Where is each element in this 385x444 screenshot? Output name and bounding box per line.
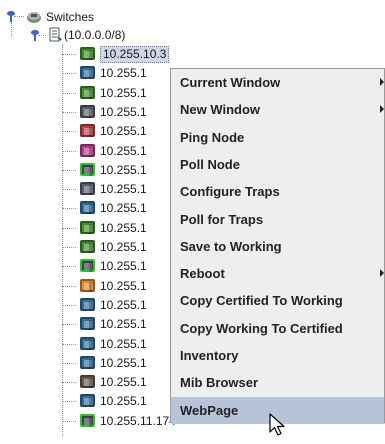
green-outline-switch-icon: [80, 413, 95, 427]
menu-item-label: Copy Working To Certified: [180, 320, 343, 336]
submenu-arrow-icon: [380, 78, 384, 86]
dark-switch-icon: [80, 375, 95, 389]
tree-node-label: 10.255.1: [100, 85, 147, 100]
menu-item-label: Inventory: [180, 348, 239, 363]
dark-switch-icon: [80, 104, 95, 118]
menu-item-copy-certified-to-working[interactable]: Copy Certified To Working: [171, 287, 384, 314]
subnet-folder-icon: [49, 27, 62, 42]
menu-item-mib-browser[interactable]: Mib Browser: [171, 369, 384, 396]
device-tree: Switches (10.0.0.0/8) 10.255.10.3 10.255.…: [0, 0, 385, 444]
context-menu: Current Window New Window Ping Node Poll No…: [170, 68, 385, 424]
green-switch-icon: [80, 47, 95, 60]
tree-subnet-label: (10.0.0.0/8): [64, 28, 126, 42]
menu-item-poll-node[interactable]: Poll Node: [171, 151, 384, 178]
green-outline-switch-icon: [80, 162, 95, 176]
menu-item-label: Mib Browser: [180, 375, 259, 391]
tree-node-label: 10.255.10.3: [100, 46, 170, 63]
green-switch-icon: [80, 85, 95, 99]
menu-item-reboot[interactable]: Reboot: [171, 260, 384, 287]
blue-green-switch-icon: [80, 394, 95, 408]
green-switch-icon: [80, 220, 95, 234]
menu-item-poll-for-traps[interactable]: Poll for Traps: [171, 206, 384, 233]
tree-node-label: 10.255.1: [100, 297, 147, 312]
menu-item-label: Poll Node: [180, 156, 240, 172]
blue-green-switch-icon: [80, 201, 95, 215]
mouse-pointer-icon: [269, 413, 285, 436]
tree-node-label: 10.255.1: [100, 201, 147, 216]
menu-item-label: Reboot: [180, 266, 225, 282]
blue-green-switch-icon: [80, 336, 95, 350]
menu-item-ping-node[interactable]: Ping Node: [171, 124, 384, 151]
menu-item-copy-working-to-certified[interactable]: Copy Working To Certified: [171, 315, 384, 342]
green-outline-switch-icon: [80, 259, 95, 273]
blue-green-switch-icon: [80, 66, 95, 80]
tree-node-label: 10.255.1: [100, 394, 147, 409]
tree-node-label: 10.255.1: [100, 162, 147, 177]
tree-node-label: 10.255.1: [100, 182, 147, 197]
menu-item-label: New Window: [180, 102, 261, 118]
menu-item-save-to-working[interactable]: Save to Working: [171, 233, 384, 260]
switch-group-icon: [27, 12, 41, 23]
tree-node-label: 10.255.1: [100, 259, 147, 274]
submenu-arrow-icon: [380, 269, 384, 278]
menu-item-new-window[interactable]: New Window: [171, 96, 384, 123]
menu-item-current-window[interactable]: Current Window: [171, 69, 384, 96]
blue-green-switch-icon: [80, 297, 95, 311]
menu-item-label: Save to Working: [180, 238, 282, 254]
red-switch-icon: [80, 124, 95, 138]
menu-item-label: WebPage: [180, 402, 239, 418]
menu-item-label: Configure Traps: [180, 184, 280, 200]
tree-node-label: 10.255.1: [100, 317, 147, 332]
tree-node-label: 10.255.1: [100, 375, 147, 390]
tree-node-label: 10.255.1: [100, 240, 147, 254]
menu-item-label: Poll for Traps: [180, 211, 264, 227]
blue-green-switch-icon: [80, 317, 95, 331]
menu-item-inventory[interactable]: Inventory: [171, 342, 384, 369]
blue-green-switch-icon: [80, 355, 95, 369]
tree-node-label: 10.255.1: [100, 143, 147, 158]
menu-item-label: Current Window: [180, 75, 281, 90]
dark-switch-icon: [80, 182, 95, 196]
green-switch-icon: [80, 240, 95, 253]
menu-item-configure-traps[interactable]: Configure Traps: [171, 178, 384, 205]
tree-node-label: 10.255.1: [100, 220, 147, 235]
tree-root-label: Switches: [46, 10, 95, 24]
menu-item-label: Copy Certified To Working: [180, 293, 343, 309]
orange-switch-icon: [80, 278, 95, 292]
tree-node-label: 10.255.1: [100, 104, 147, 119]
tree-node-label: 10.255.1: [100, 124, 147, 139]
menu-item-label: Ping Node: [180, 129, 245, 145]
tree-node-label: 10.255.1: [100, 278, 147, 293]
tree-node-label: 10.255.1: [100, 355, 147, 370]
submenu-arrow-icon: [380, 105, 384, 114]
magenta-switch-icon: [80, 143, 95, 157]
tree-node-label: 10.255.1: [100, 336, 147, 351]
tree-node-label: 10.255.1: [100, 66, 147, 81]
tree-node-label: 10.255.11.174: [100, 413, 176, 428]
